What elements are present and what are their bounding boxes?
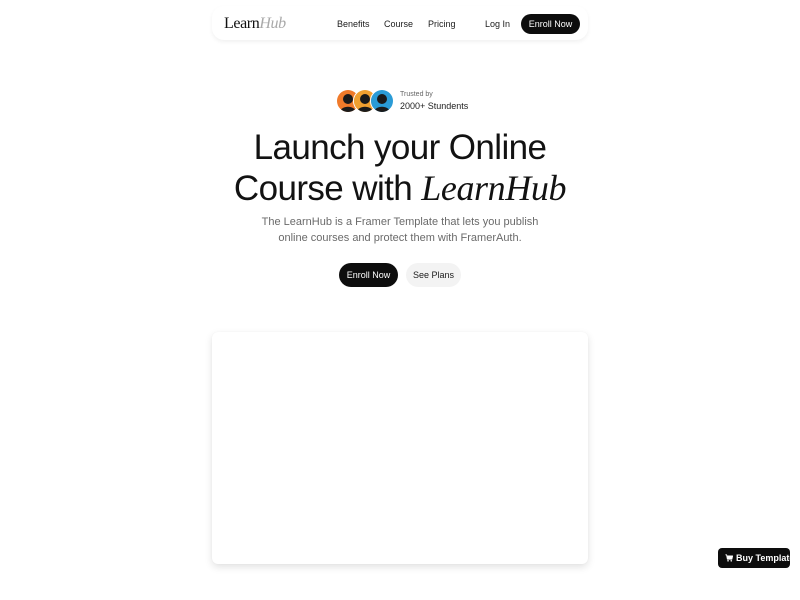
cart-icon	[725, 554, 733, 562]
nav-link-course[interactable]: Course	[384, 16, 413, 32]
logo[interactable]: LearnHub	[224, 14, 286, 34]
hero-subtitle: The LearnHub is a Framer Template that l…	[261, 216, 539, 244]
logo-primary-text: Learn	[224, 15, 260, 32]
nav-link-pricing[interactable]: Pricing	[428, 16, 456, 32]
hero-headline: Launch your Online Course with LearnHub	[200, 128, 600, 209]
trusted-by-label: Trusted by	[400, 91, 433, 98]
navbar: LearnHub Benefits Course Pricing Log In …	[212, 6, 588, 40]
student-avatars	[336, 89, 394, 113]
student-count: 2000+ Stundents	[400, 101, 469, 111]
avatar	[370, 89, 394, 113]
buy-template-button[interactable]: Buy Template	[718, 548, 794, 568]
headline-line-2: Course with LearnHub	[200, 168, 600, 209]
course-preview-card	[212, 332, 588, 564]
nav-enroll-button[interactable]: Enroll Now	[521, 14, 580, 34]
headline-brand: LearnHub	[421, 168, 567, 208]
see-plans-button[interactable]: See Plans	[406, 263, 461, 287]
landing-page: LearnHub Benefits Course Pricing Log In …	[0, 0, 800, 600]
hero-enroll-button[interactable]: Enroll Now	[339, 263, 398, 287]
buy-template-label: Buy Template	[736, 553, 795, 563]
logo-accent-text: Hub	[259, 15, 286, 32]
headline-line-2-text: Course with	[233, 169, 422, 208]
nav-link-benefits[interactable]: Benefits	[337, 16, 370, 32]
headline-line-1: Launch your Online	[253, 128, 547, 167]
login-link[interactable]: Log In	[485, 16, 510, 32]
